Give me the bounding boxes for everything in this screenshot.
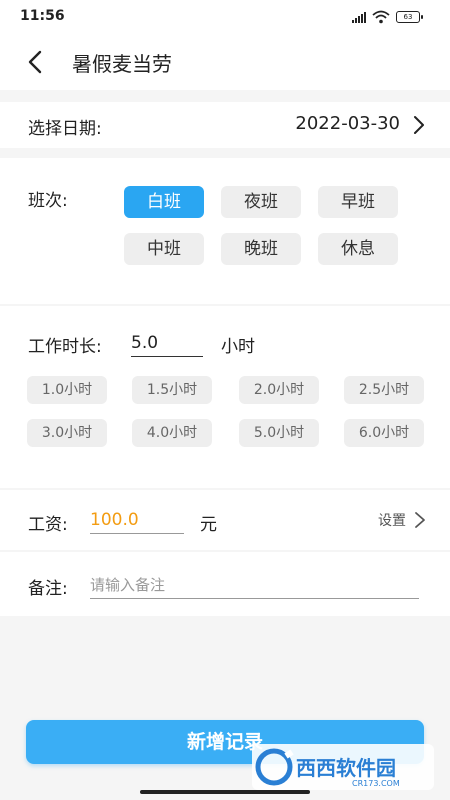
- hours-preset-3-0[interactable]: 3.0小时: [27, 419, 107, 447]
- chevron-right-icon: [415, 512, 425, 528]
- shift-label: 班次:: [28, 191, 68, 211]
- shift-section: 班次: 白班 夜班 早班 中班 晚班 休息: [0, 158, 450, 304]
- date-label: 选择日期:: [28, 119, 102, 139]
- shift-option-night[interactable]: 夜班: [221, 186, 301, 218]
- hours-section: 工作时长: 小时 1.0小时 1.5小时 2.0小时 2.5小时 3.0小时 4…: [0, 306, 450, 488]
- header: 暑假麦当劳: [0, 34, 450, 90]
- wage-unit: 元: [200, 515, 217, 535]
- wage-settings-link[interactable]: 设置: [378, 510, 426, 530]
- watermark-logo: 西西软件园 CR173.COM: [252, 744, 434, 790]
- watermark-domain: CR173.COM: [352, 779, 400, 788]
- status-time: 11:56: [20, 8, 65, 24]
- wage-input[interactable]: [90, 507, 184, 534]
- wifi-icon: [372, 10, 390, 24]
- wage-label: 工资:: [28, 515, 68, 535]
- shift-option-morning[interactable]: 早班: [318, 186, 398, 218]
- note-row: 备注:: [0, 552, 450, 616]
- hours-preset-4-0[interactable]: 4.0小时: [132, 419, 212, 447]
- hours-input[interactable]: [131, 330, 203, 357]
- hours-preset-6-0[interactable]: 6.0小时: [344, 419, 424, 447]
- shift-option-evening[interactable]: 晚班: [221, 233, 301, 265]
- hours-preset-2-5[interactable]: 2.5小时: [344, 376, 424, 404]
- date-selector-row[interactable]: 选择日期: 2022-03-30: [0, 102, 450, 148]
- note-input[interactable]: [90, 572, 419, 599]
- battery-icon: 63: [396, 11, 423, 23]
- page-title: 暑假麦当劳: [72, 52, 172, 76]
- status-icons: 63: [352, 10, 423, 24]
- home-indicator: [140, 790, 310, 794]
- hours-preset-1-0[interactable]: 1.0小时: [27, 376, 107, 404]
- shift-option-middle[interactable]: 中班: [124, 233, 204, 265]
- date-value[interactable]: 2022-03-30: [295, 113, 400, 134]
- shift-option-rest[interactable]: 休息: [318, 233, 398, 265]
- back-arrow-icon[interactable]: [22, 48, 50, 76]
- hours-preset-1-5[interactable]: 1.5小时: [132, 376, 212, 404]
- hours-preset-2-0[interactable]: 2.0小时: [239, 376, 319, 404]
- hours-label: 工作时长:: [28, 337, 102, 357]
- watermark-text: 西西软件园: [296, 756, 396, 780]
- shift-option-day[interactable]: 白班: [124, 186, 204, 218]
- settings-label: 设置: [378, 513, 406, 529]
- status-bar: 11:56 63: [0, 0, 450, 34]
- hours-preset-5-0[interactable]: 5.0小时: [239, 419, 319, 447]
- note-label: 备注:: [28, 579, 68, 599]
- chevron-right-icon[interactable]: [412, 115, 426, 135]
- wage-row: 工资: 元 设置: [0, 490, 450, 550]
- hours-unit: 小时: [221, 337, 255, 357]
- signal-icon: [352, 11, 366, 23]
